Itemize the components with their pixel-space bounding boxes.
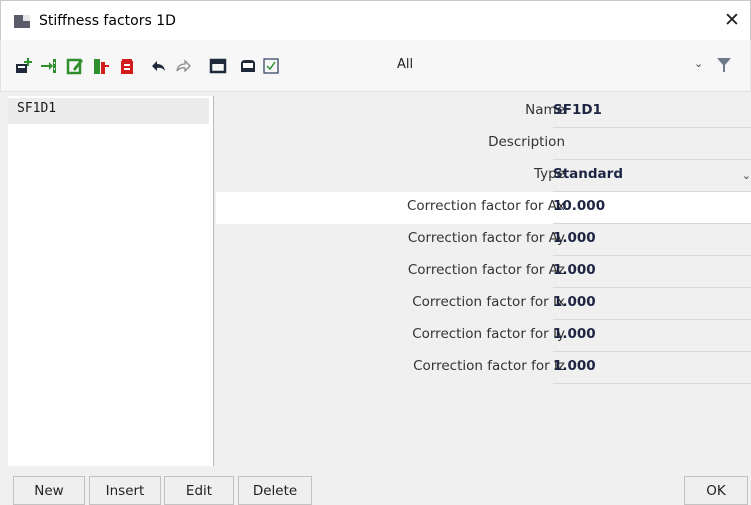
property-grid: Name SF1D1 Description Type Standard ⌄ C… (216, 96, 751, 466)
edit-icon[interactable] (63, 54, 87, 78)
print-icon[interactable] (236, 54, 260, 78)
delete-icon[interactable] (115, 54, 139, 78)
property-row-iy[interactable]: Correction factor for Iy 1.000 (216, 320, 751, 352)
chevron-down-icon[interactable]: ⌄ (742, 169, 751, 182)
property-value[interactable]: 1.000 (553, 262, 596, 278)
type-select[interactable]: Standard (553, 166, 623, 182)
edit-button[interactable]: Edit (164, 476, 234, 505)
filter-icon[interactable] (714, 55, 734, 75)
property-row-ax[interactable]: Correction factor for Ax 10.000 (216, 192, 751, 224)
checkbox-icon[interactable] (259, 54, 283, 78)
ok-button[interactable]: OK (684, 476, 748, 505)
copy-icon[interactable] (89, 54, 113, 78)
filter-dropdown-icon[interactable]: ⌄ (694, 57, 703, 70)
new-record-icon[interactable] (11, 54, 35, 78)
property-value[interactable]: 1.000 (553, 230, 596, 246)
property-label: Correction factor for Ax (406, 198, 565, 214)
close-button[interactable]: ✕ (720, 8, 744, 32)
redo-icon[interactable] (172, 54, 196, 78)
undo-icon[interactable] (146, 54, 170, 78)
property-value[interactable]: SF1D1 (553, 102, 602, 118)
insert-button[interactable]: Insert (89, 476, 161, 505)
property-value[interactable]: 10.000 (553, 198, 605, 214)
record-list: SF1D1 (8, 96, 214, 466)
delete-button[interactable]: Delete (238, 476, 312, 505)
property-row-description[interactable]: Description (216, 128, 751, 160)
property-label: Correction factor for Ay (407, 230, 565, 246)
filter-value[interactable]: All (397, 57, 413, 72)
property-row-ay[interactable]: Correction factor for Ay 1.000 (216, 224, 751, 256)
window-title: Stiffness factors 1D (39, 13, 176, 29)
property-row-type[interactable]: Type Standard ⌄ (216, 160, 751, 192)
title-bar: Stiffness factors 1D ✕ (0, 0, 751, 40)
property-value[interactable]: 1.000 (553, 294, 596, 310)
property-label: Correction factor for Ix (412, 294, 565, 310)
property-label: Correction factor for Az (407, 262, 565, 278)
divider (553, 383, 751, 384)
property-row-ix[interactable]: Correction factor for Ix 1.000 (216, 288, 751, 320)
toolbar: All ⌄ (0, 40, 751, 92)
property-row-iz[interactable]: Correction factor for Iz 1.000 (216, 352, 751, 384)
list-item[interactable]: SF1D1 (8, 98, 209, 124)
window-icon[interactable] (206, 54, 230, 78)
property-label: Description (488, 134, 565, 150)
property-value[interactable]: 1.000 (553, 358, 596, 374)
app-window-icon (14, 15, 30, 28)
property-label: Correction factor for Iz (413, 358, 565, 374)
new-button[interactable]: New (13, 476, 85, 505)
property-label: Correction factor for Iy (412, 326, 565, 342)
button-bar: New Insert Edit Delete OK (0, 470, 751, 505)
property-value[interactable]: 1.000 (553, 326, 596, 342)
insert-icon[interactable] (37, 54, 61, 78)
property-row-az[interactable]: Correction factor for Az 1.000 (216, 256, 751, 288)
property-row-name[interactable]: Name SF1D1 (216, 96, 751, 128)
